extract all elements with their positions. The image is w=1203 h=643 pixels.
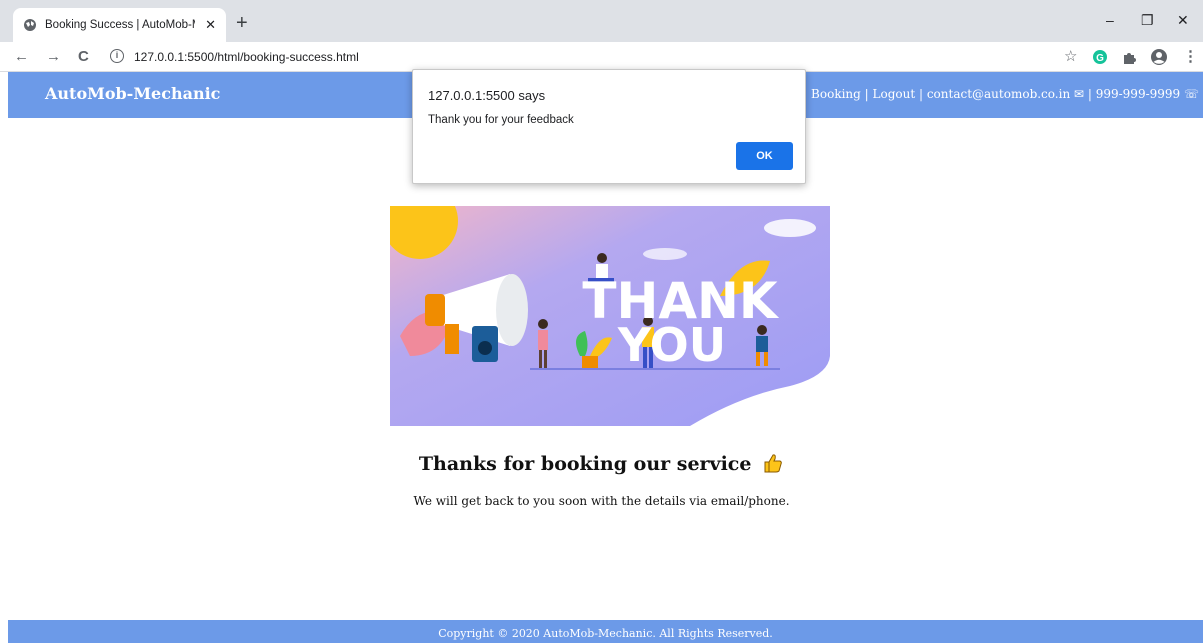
new-tab-button[interactable]: + — [236, 13, 248, 33]
browser-menu-icon[interactable]: ⋮ — [1183, 47, 1198, 65]
alert-message: Thank you for your feedback — [428, 114, 574, 126]
address-bar: ← → C i 127.0.0.1:5500/html/booking-succ… — [0, 42, 1203, 72]
svg-text:G: G — [1096, 53, 1104, 64]
page-title-text: Thanks for booking our service — [418, 453, 752, 475]
info-icon[interactable]: i — [110, 49, 124, 63]
close-window-button[interactable]: ✕ — [1177, 12, 1189, 29]
thumbs-up-icon — [764, 454, 782, 473]
alert-origin: 127.0.0.1:5500 says — [428, 88, 546, 103]
bookmark-star-icon[interactable]: ☆ — [1064, 47, 1077, 65]
forward-button[interactable]: → — [46, 48, 61, 65]
alert-ok-button[interactable]: OK — [736, 142, 793, 170]
page-subtitle: We will get back to you soon with the de… — [413, 494, 790, 508]
header-nav-links[interactable]: es | Booking | Logout | contact@automob.… — [786, 87, 1199, 101]
page-title: Thanks for booking our service — [0, 452, 1203, 475]
back-button[interactable]: ← — [14, 48, 29, 65]
profile-avatar-icon[interactable] — [1150, 48, 1168, 66]
brand-logo-text[interactable]: AutoMob-Mechanic — [45, 84, 220, 103]
alert-dialog: 127.0.0.1:5500 says Thank you for your f… — [412, 69, 806, 184]
site-footer: Copyright © 2020 AutoMob-Mechanic. All R… — [8, 620, 1203, 643]
extensions-puzzle-icon[interactable] — [1122, 50, 1136, 64]
restore-button[interactable]: ❐ — [1141, 12, 1154, 29]
browser-tab-bar: Booking Success | AutoMob-Mec ✕ + – ❐ ✕ — [0, 0, 1203, 42]
url-field[interactable]: 127.0.0.1:5500/html/booking-success.html — [134, 50, 359, 64]
thank-you-illustration: THANK YOU — [390, 206, 830, 426]
minimize-button[interactable]: – — [1106, 12, 1114, 28]
copyright-text: Copyright © 2020 AutoMob-Mechanic. All R… — [438, 627, 773, 640]
tab-close-icon[interactable]: ✕ — [205, 17, 216, 33]
reload-button[interactable]: C — [78, 48, 89, 65]
you-text: YOU — [617, 318, 726, 372]
browser-tab[interactable]: Booking Success | AutoMob-Mec ✕ — [13, 8, 226, 42]
tab-title: Booking Success | AutoMob-Mec — [45, 19, 195, 31]
globe-icon — [24, 19, 36, 31]
grammarly-extension-icon[interactable]: G — [1093, 50, 1107, 64]
